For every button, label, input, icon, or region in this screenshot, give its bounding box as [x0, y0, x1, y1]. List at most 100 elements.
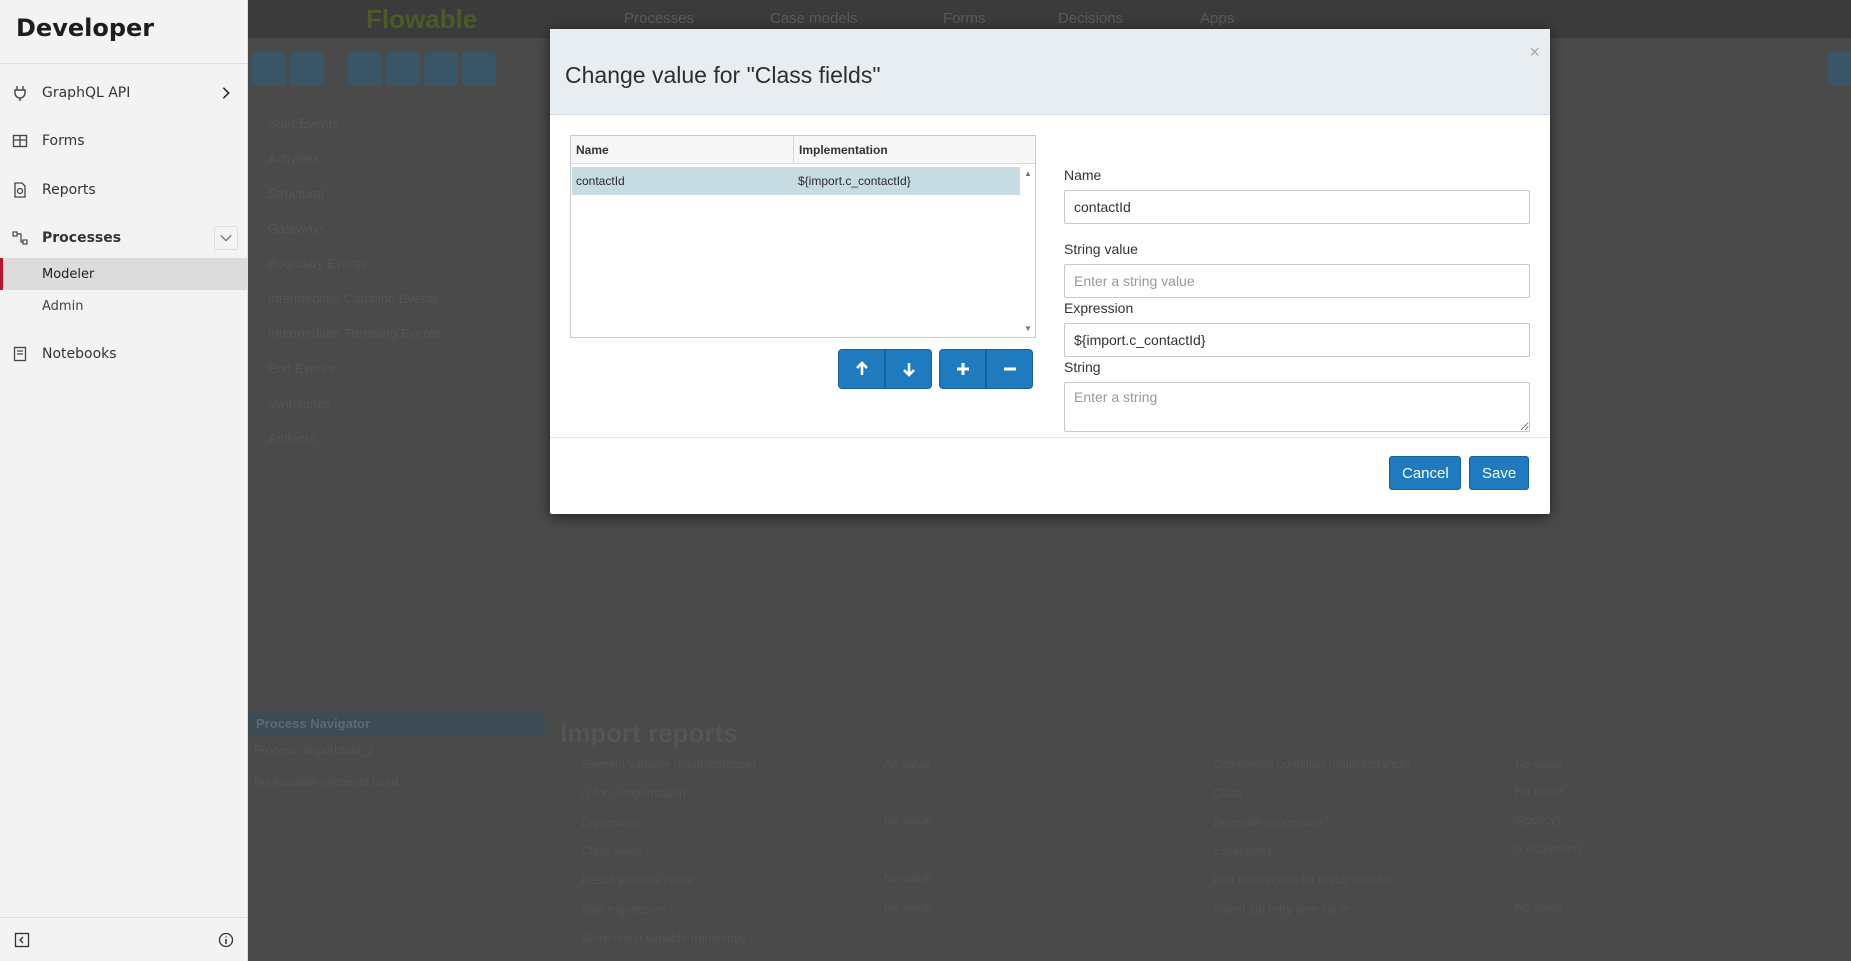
nav-apps: Apps [1200, 10, 1235, 27]
prop-label: Use local scope for result variable : [1213, 873, 1400, 887]
sidebar-item-label: Processes [42, 230, 122, 246]
scroll-up-icon[interactable]: ▲ [1024, 169, 1032, 178]
report-icon [0, 182, 42, 198]
sidebar-subitem-admin[interactable]: Admin [0, 290, 248, 322]
move-up-button[interactable] [838, 349, 885, 389]
save-tool-icon [252, 52, 286, 86]
modal-title: Change value for "Class fields" [565, 62, 881, 88]
move-down-button[interactable] [885, 349, 932, 389]
prop-label: Element variable (multi-instance) : [581, 757, 763, 771]
validate-tool-icon [290, 52, 324, 86]
column-header-name[interactable]: Name [571, 136, 794, 164]
arrow-down-icon [902, 363, 915, 377]
close-icon[interactable]: × [1529, 42, 1540, 63]
table-row[interactable]: contactId ${import.c_contactId} [572, 167, 1020, 195]
scroll-down-icon[interactable]: ▼ [1024, 324, 1032, 333]
palette-end-events: End Events [268, 361, 335, 376]
prop-value: Ac.value [884, 757, 931, 771]
prop-value: No value [884, 813, 932, 827]
sidebar-title: Developer [0, 0, 247, 64]
prop-value: ${policy} [1515, 813, 1561, 827]
paste-tool-icon [424, 52, 458, 86]
nav-decisions: Decisions [1058, 10, 1124, 27]
info-icon[interactable] [215, 929, 237, 951]
string-textarea[interactable] [1064, 382, 1530, 432]
nav-forms: Forms [943, 10, 986, 27]
chevron-right-icon[interactable] [214, 81, 238, 105]
save-button[interactable]: Save [1469, 456, 1529, 490]
prop-label: Skip expression : [581, 902, 673, 916]
sidebar-item-label: Notebooks [42, 346, 117, 362]
remove-field-button[interactable] [986, 349, 1033, 389]
expand-tool-icon [1828, 52, 1851, 86]
copy-tool-icon [386, 52, 420, 86]
nav-case-models: Case models [770, 10, 858, 27]
cell-implementation: ${import.c_contactId} [798, 174, 911, 188]
process-icon [0, 230, 42, 246]
palette-swimlanes: Swimlanes [268, 396, 331, 411]
name-label: Name [1064, 167, 1102, 183]
prop-label: Delegate expression : [1213, 815, 1330, 829]
expression-label: Expression [1064, 300, 1134, 316]
nav-processes: Processes [624, 10, 695, 27]
prop-label: Expression : [581, 815, 648, 829]
prop-label: Is for compensation : [581, 786, 693, 800]
column-header-implementation[interactable]: Implementation [794, 136, 1035, 164]
plug-icon [0, 85, 42, 101]
prop-label: Exceptions : [1213, 844, 1279, 858]
grid-scrollbar[interactable]: ▲ ▼ [1020, 165, 1035, 337]
prop-label: Class fields : [581, 844, 650, 858]
sidebar-footer [0, 917, 248, 961]
palette-intermediate-catching: Intermediate Catching Events [268, 291, 439, 306]
sidebar-item-label: Reports [42, 182, 96, 198]
add-remove-button-group [939, 349, 1033, 389]
palette-intermediate-throwing: Intermediate Throwing Events [268, 326, 441, 341]
add-field-button[interactable] [939, 349, 986, 389]
modal-footer: Cancel Save [550, 437, 1550, 514]
sidebar-item-graphql-api[interactable]: GraphQL API [0, 69, 248, 117]
chevron-down-icon[interactable] [214, 226, 238, 250]
prop-label: Result variable name : [581, 873, 701, 887]
properties-title: Import reports [560, 718, 738, 748]
prop-label: Store result variable transiently : [581, 931, 753, 945]
arrow-up-icon [855, 361, 868, 375]
navigator-empty: No flowable elements used [254, 775, 399, 789]
grid-header: Name Implementation [571, 136, 1035, 164]
delete-tool-icon [462, 52, 496, 86]
table-icon [0, 133, 42, 149]
cell-name: contactId [576, 174, 625, 188]
expression-field[interactable] [1064, 323, 1530, 357]
string-value-field[interactable] [1064, 264, 1530, 298]
flowable-logo: Flowable [366, 4, 478, 34]
palette-boundary-events: Boundary Events [268, 256, 368, 271]
minus-icon [1003, 367, 1016, 371]
palette-start-events: Start Events [268, 116, 339, 131]
prop-value: No value [1515, 757, 1563, 771]
move-button-group [838, 349, 932, 389]
prop-label: Completion condition (multi-instance) : [1213, 757, 1418, 771]
sidebar-subitem-modeler[interactable]: Modeler [0, 258, 248, 290]
modal-header: Change value for "Class fields" × [550, 29, 1550, 115]
palette-activities: Activities [268, 151, 320, 166]
prop-value: No value [884, 900, 932, 914]
string-label: String [1064, 359, 1101, 375]
cancel-button[interactable]: Cancel [1389, 456, 1461, 490]
sidebar-item-reports[interactable]: Reports [0, 166, 248, 214]
class-fields-modal: Change value for "Class fields" × Name I… [550, 29, 1550, 514]
collapse-sidebar-icon[interactable] [11, 929, 33, 951]
prop-value: No value [1515, 784, 1563, 798]
sidebar-item-notebooks[interactable]: Notebooks [0, 330, 248, 378]
prop-label: Failed job retry time cycle : [1213, 902, 1356, 916]
plus-icon [956, 363, 969, 375]
prop-value: No value [1515, 900, 1563, 914]
name-field[interactable] [1064, 190, 1530, 224]
sidebar-item-processes[interactable]: Processes [0, 214, 248, 262]
cut-tool-icon [348, 52, 382, 86]
palette-gateways: Gateways [268, 221, 326, 236]
sidebar-item-forms[interactable]: Forms [0, 117, 248, 165]
palette-structural: Structural [268, 186, 324, 201]
class-fields-grid: Name Implementation contactId ${import.c… [570, 135, 1036, 338]
prop-label: Class : [1213, 786, 1250, 800]
prop-value: 0 exceptions [1515, 842, 1583, 856]
process-navigator-header: Process Navigator [250, 712, 546, 736]
